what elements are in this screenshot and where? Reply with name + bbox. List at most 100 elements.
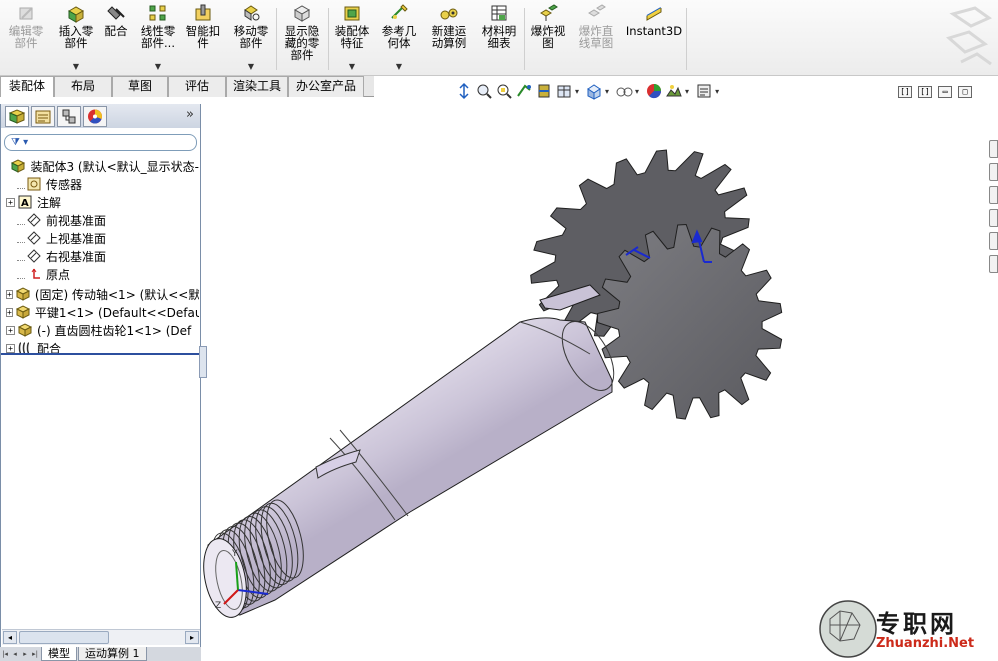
svg-text:A: A (21, 198, 29, 209)
tree-item[interactable]: + (-) 直齿圆柱齿轮1<1> (Def (1, 321, 199, 339)
dropdown-arrow-icon[interactable]: ▾ (635, 87, 639, 96)
tab-5[interactable]: 办公室产品 (288, 76, 364, 97)
edit-appearance-icon[interactable] (645, 82, 663, 100)
zoom-area-icon[interactable] (495, 82, 513, 100)
dropdown-arrow-icon[interactable]: ▼ (73, 61, 79, 73)
annotation-icon: A (18, 195, 32, 209)
tab-1[interactable]: 布局 (54, 76, 112, 97)
expand-icon[interactable]: + (6, 325, 15, 335)
apply-scene-icon[interactable] (665, 82, 683, 100)
expand-icon[interactable]: + (6, 197, 15, 207)
exploded-view-button[interactable]: 爆炸视图 (528, 3, 568, 73)
file-explorer-tab[interactable] (989, 186, 998, 204)
rollback-bar[interactable] (1, 353, 200, 355)
tree-item[interactable]: 右视基准面 (1, 247, 199, 265)
show-hidden-button[interactable]: 显示隐 藏的零 部件 (280, 3, 324, 73)
tab-3[interactable]: 评估 (168, 76, 226, 97)
resources-tab[interactable] (989, 140, 998, 158)
configurationmanager-tab[interactable] (57, 105, 81, 127)
display-style-icon[interactable] (585, 82, 603, 100)
part-icon (15, 287, 30, 301)
displaymanager-tab[interactable] (83, 105, 107, 127)
dropdown-arrow-icon[interactable]: ▼ (155, 61, 161, 73)
propertymanager-tab[interactable] (31, 105, 55, 127)
expand-icon[interactable]: + (6, 307, 13, 317)
dropdown-arrow-icon[interactable]: ▾ (575, 87, 579, 96)
appearances-tab[interactable] (989, 232, 998, 250)
last-tab-icon[interactable]: ▸| (30, 648, 40, 660)
prev-tab-icon[interactable]: ◂ (10, 648, 20, 660)
tile-left-icon[interactable]: [] (898, 86, 912, 98)
feature-manager-panel: » ⧩ ▾ 装配体3 (默认<默认_显示状态- 传感器 + A 注解 前视基准面 上视基准面… (0, 104, 201, 649)
tab-2[interactable]: 草图 (112, 76, 168, 97)
assembly-features-button[interactable]: 装配体 特征 ▼ (330, 3, 374, 73)
tree-item[interactable]: 传感器 (1, 175, 199, 193)
section-view-icon[interactable] (535, 82, 553, 100)
tab-model[interactable]: 模型 (41, 647, 77, 661)
view-palette-tab[interactable] (989, 209, 998, 227)
featuremanager-tab[interactable] (5, 105, 29, 127)
restore-icon[interactable]: ▭ (938, 86, 952, 98)
tree-item[interactable]: + A 注解 (1, 193, 199, 211)
tree-item-label: 注解 (37, 195, 62, 210)
scroll-thumb[interactable] (19, 631, 109, 644)
previous-view-icon[interactable] (515, 82, 533, 100)
zoom-to-fit-icon[interactable] (475, 82, 493, 100)
explode-line-sketch-button[interactable]: 爆炸直 线草图 (575, 3, 617, 73)
move-component-button[interactable]: 移动零 部件 ▼ (230, 3, 272, 73)
hide-show-icon[interactable] (615, 82, 633, 100)
instant3d-button[interactable]: Instant3D (626, 3, 682, 73)
panel-tabs: » (1, 104, 200, 128)
custom-properties-tab[interactable] (989, 255, 998, 273)
tab-0[interactable]: 装配体 (0, 76, 54, 97)
plane-icon (27, 213, 41, 227)
tree-item[interactable]: 上视基准面 (1, 229, 199, 247)
feature-filter[interactable]: ⧩ ▾ (4, 134, 197, 151)
tree-item[interactable]: + 平键1<1> (Default<<Defaul (1, 303, 199, 321)
tree-item-label: 传感器 (46, 177, 83, 192)
bill-of-materials-button[interactable]: 材料明 细表 (478, 3, 520, 73)
tree-item[interactable]: 原点 (1, 265, 199, 283)
tab-4[interactable]: 渲染工具 (226, 76, 288, 97)
panel-expand-icon[interactable]: » (186, 107, 194, 122)
maximize-icon[interactable]: □ (958, 86, 972, 98)
dropdown-arrow-icon[interactable]: ▾ (605, 87, 609, 96)
feature-tree: 装配体3 (默认<默认_显示状态- 传感器 + A 注解 前视基准面 上视基准面 右视基准面原… (1, 155, 200, 365)
tree-item[interactable]: 装配体3 (默认<默认_显示状态- (1, 157, 199, 175)
design-library-tab[interactable] (989, 163, 998, 181)
tab-motion-study-1[interactable]: 运动算例 1 (78, 647, 147, 661)
first-tab-icon[interactable]: |◂ (0, 648, 10, 660)
scroll-right-icon[interactable]: ▸ (185, 631, 199, 644)
insert-component-button[interactable]: 插入零 部件 ▼ (55, 3, 97, 73)
edit-component-button[interactable]: 编辑零 部件 (6, 3, 46, 73)
tree-item[interactable]: + (固定) 传动轴<1> (默认<<默 (1, 285, 199, 303)
button-label: 件 (197, 36, 209, 50)
dropdown-arrow-icon[interactable]: ▼ (349, 61, 355, 73)
linear-pattern-button[interactable]: 线性零 部件... ▼ (136, 3, 180, 73)
scroll-left-icon[interactable]: ◂ (3, 631, 17, 644)
reference-geometry-button[interactable]: 参考几 何体 ▼ (378, 3, 420, 73)
configurationmanager-icon (62, 109, 76, 123)
linear-pattern-icon (149, 5, 166, 21)
tile-right-icon[interactable]: [] (918, 86, 932, 98)
view-orientation-icon[interactable] (455, 82, 473, 100)
tree-item[interactable]: 前视基准面 (1, 211, 199, 229)
dropdown-arrow-icon[interactable]: ▾ (715, 87, 719, 96)
expand-icon[interactable]: + (6, 343, 15, 353)
tree-connector (17, 270, 25, 279)
dropdown-arrow-icon[interactable]: ▾ (685, 87, 689, 96)
dropdown-arrow-icon[interactable]: ▼ (396, 61, 402, 73)
graphics-area[interactable]: Y Z (202, 104, 998, 661)
expand-icon[interactable]: + (6, 289, 13, 299)
smart-fasteners-button[interactable]: 智能扣件 (183, 3, 223, 73)
tree-connector (17, 216, 25, 225)
new-motion-study-button[interactable]: 新建运 动算例 (428, 3, 470, 73)
view-settings-icon[interactable] (695, 82, 713, 100)
mate-button[interactable]: 配合 (102, 3, 130, 73)
part-icon (15, 305, 30, 319)
view-orientation-dropdown-icon[interactable] (555, 82, 573, 100)
dropdown-arrow-icon[interactable]: ▼ (248, 61, 254, 73)
next-tab-icon[interactable]: ▸ (20, 648, 30, 660)
horizontal-scrollbar[interactable]: ◂ ▸ (2, 629, 200, 645)
button-label: 配合 (104, 24, 128, 38)
